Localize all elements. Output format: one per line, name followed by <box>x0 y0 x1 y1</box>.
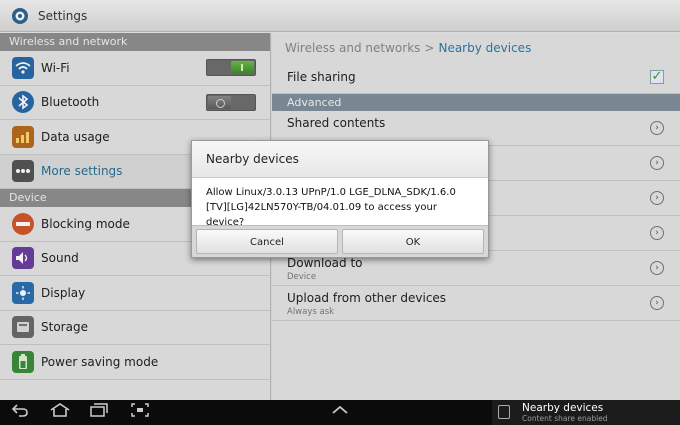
dialog-message: Allow Linux/3.0.13 UPnP/1.0 LGE_DLNA_SDK… <box>192 178 488 228</box>
home-icon[interactable] <box>49 403 71 421</box>
chevron-up-icon[interactable] <box>329 403 351 421</box>
nearby-devices-dialog: Nearby devices Allow Linux/3.0.13 UPnP/1… <box>191 140 489 258</box>
app-title: Settings <box>38 8 88 23</box>
back-icon[interactable] <box>9 403 31 421</box>
dialog-button-bar: Cancel OK <box>192 225 488 257</box>
nearby-devices-notification[interactable]: Nearby devices Content share enabled <box>492 400 680 425</box>
screenshot-icon[interactable] <box>129 403 151 421</box>
system-navigation-bar: Nearby devices Content share enabled <box>0 400 680 425</box>
notification-subtitle: Content share enabled <box>522 414 608 423</box>
ok-button[interactable]: OK <box>342 229 484 254</box>
settings-gear-icon <box>10 6 30 26</box>
dialog-title: Nearby devices <box>192 141 488 178</box>
recent-apps-icon[interactable] <box>88 403 110 421</box>
nearby-devices-icon <box>498 405 510 419</box>
notification-title: Nearby devices <box>522 402 604 414</box>
title-bar: Settings <box>0 0 680 32</box>
cancel-button[interactable]: Cancel <box>196 229 338 254</box>
